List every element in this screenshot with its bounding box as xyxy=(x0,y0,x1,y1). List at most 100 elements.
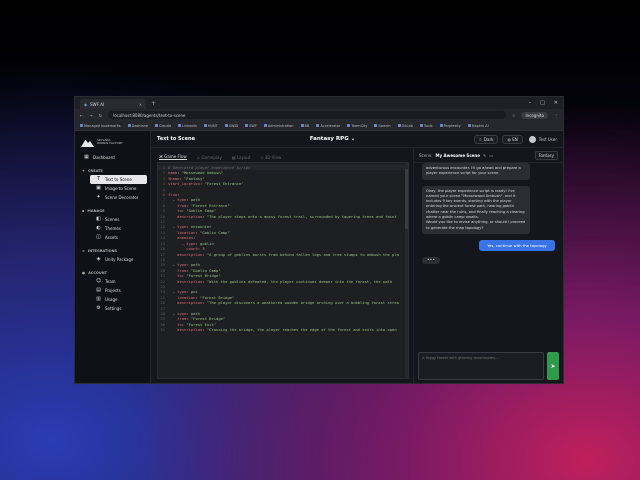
bookmark-label: LinkedIn xyxy=(182,123,197,128)
close-window-icon[interactable]: ✕ xyxy=(554,100,558,106)
bookmark-icon xyxy=(467,124,471,127)
folder-open-icon[interactable]: ▭ xyxy=(489,153,493,158)
image-icon: ▣ xyxy=(96,185,101,191)
bookmark-label: Tools xyxy=(423,123,433,128)
bookmark-label: Dashlane xyxy=(131,123,148,128)
bookmark-item[interactable]: SWID xyxy=(224,124,238,128)
code-editor[interactable]: 1 # Generated player experience script 2 na… xyxy=(157,162,409,379)
sidebar-item-dashboard[interactable]: ▦ Dashboard xyxy=(78,153,147,162)
sidebar-item-label: Team xyxy=(105,279,116,284)
sidebar-item-unity-package[interactable]: ◈ Unity Package xyxy=(90,255,147,264)
sidebar-item-themes[interactable]: ◐ Themes xyxy=(90,224,147,233)
star-icon[interactable]: ☆ xyxy=(512,113,516,118)
minimize-icon[interactable]: – xyxy=(529,100,532,106)
sidebar-item-scenes[interactable]: ◧ Scenes xyxy=(90,215,147,224)
send-button[interactable]: ➤ xyxy=(547,352,559,380)
maximize-icon[interactable]: □ xyxy=(540,100,545,106)
send-icon: ➤ xyxy=(550,362,556,370)
bookmark-item[interactable]: GitLab xyxy=(397,124,413,128)
sidebar-item-scene-decorator[interactable]: ✦ Scene Decorator xyxy=(90,193,147,202)
sidebar-item-usage[interactable]: ▥ Usage xyxy=(90,295,147,304)
sidebar-item-assets[interactable]: ◫ Assets xyxy=(90,233,147,242)
tab-3d-view[interactable]: ◇ 3D View xyxy=(261,155,282,160)
bookmark-icon xyxy=(178,124,182,127)
section-create[interactable]: + CREATE xyxy=(78,166,147,175)
bookmark-item[interactable]: Claude xyxy=(155,124,171,128)
main-area: Text to Scene Fantasy RPG ⌄ ☾ Dark ◍ EN … xyxy=(151,131,563,383)
bookmark-item[interactable]: Perplexity xyxy=(439,123,461,128)
bookmark-item[interactable]: LinkedIn xyxy=(178,124,197,128)
moon-icon: ☾ xyxy=(479,136,483,142)
address-bar-row: ← → ↻ localhost:8080/agents/text-to-scen… xyxy=(75,109,563,121)
bookmark-icon xyxy=(419,124,423,127)
bookmark-icon xyxy=(316,124,320,127)
section-label: CREATE xyxy=(87,168,103,173)
tab-gameplay[interactable]: ⚔ Gameplay xyxy=(197,155,222,160)
menu-icon[interactable]: ⋮ xyxy=(554,113,558,118)
section-integrations[interactable]: ∞ INTEGRATIONS xyxy=(78,246,147,255)
sidebar-item-projects[interactable]: ▤ Projects xyxy=(90,286,147,295)
language-selector[interactable]: ◍ EN xyxy=(502,134,523,144)
bookmark-label: Napkin AI xyxy=(471,123,489,128)
forward-icon[interactable]: → xyxy=(89,113,92,118)
language-label: EN xyxy=(512,136,518,142)
editor-scrollbar[interactable] xyxy=(405,163,408,378)
bookmark-item[interactable]: Administration xyxy=(263,124,294,128)
bookmark-item[interactable]: BB xyxy=(300,124,309,128)
chat-input[interactable]: A foggy forest with glowing mushrooms... xyxy=(418,352,544,380)
bookmark-item[interactable]: Napkin AI xyxy=(467,123,489,128)
sidebar-item-image-to-scene[interactable]: ▣ Image to Scene xyxy=(90,184,147,193)
assistant-message: Okay, the player experience script is re… xyxy=(422,185,530,234)
bookmark-item[interactable]: Tools xyxy=(419,123,433,128)
theme-badge[interactable]: Fantasy xyxy=(534,150,558,160)
edit-icon[interactable]: ✎ xyxy=(483,153,486,158)
code-text: description: "A group of goblins bursts … xyxy=(177,251,399,257)
bookmark-item[interactable]: HUNT xyxy=(203,124,218,128)
scrollbar-thumb[interactable] xyxy=(405,169,408,229)
sidebar-item-team[interactable]: ☺ Team xyxy=(90,277,147,286)
user-name[interactable]: Test User xyxy=(539,137,557,142)
wand-icon: ✦ xyxy=(96,194,101,200)
bookmark-icon xyxy=(263,124,267,127)
bookmark-icon xyxy=(203,124,207,127)
code-line: 10 description: "The player steps onto a… xyxy=(158,214,408,219)
sidebar-item-label: Usage xyxy=(105,297,118,302)
bookmark-item[interactable]: TeamCity xyxy=(347,124,367,128)
bookmark-icon xyxy=(397,124,401,127)
section-manage[interactable]: ▪ MANAGE xyxy=(78,206,147,215)
bookmark-item[interactable]: Managed bookmarks xyxy=(80,124,121,128)
close-tab-icon[interactable]: ✕ xyxy=(139,102,142,107)
code-line: 31 description: "Crossing the bridge, th… xyxy=(158,327,408,332)
chat-header: Scene: My Awesome Scene ✎ ▭ Fantasy xyxy=(414,148,563,163)
top-bar: Text to Scene Fantasy RPG ⌄ ☾ Dark ◍ EN … xyxy=(151,131,563,148)
back-icon[interactable]: ← xyxy=(80,113,83,118)
bookmark-item[interactable]: Accelerator xyxy=(316,124,340,128)
tab-game-flow[interactable]: ⌘ Game Flow xyxy=(159,154,187,160)
avatar[interactable] xyxy=(528,135,536,143)
bookmark-label: Perplexity xyxy=(443,123,461,128)
tab-layout[interactable]: ▦ Layout xyxy=(232,155,251,160)
tab-label: Layout xyxy=(236,154,251,160)
bookmark-item[interactable]: Dashlane xyxy=(127,123,148,128)
url-input[interactable]: localhost:8080/agents/text-to-scene xyxy=(108,111,506,119)
bookmark-icon xyxy=(245,124,249,127)
tab-favicon-icon: ◆ xyxy=(84,101,88,107)
sidebar-item-settings[interactable]: ⚙ Settings xyxy=(90,304,147,313)
gear-icon: ⚙ xyxy=(96,305,101,311)
project-selector[interactable]: Fantasy RPG ⌄ xyxy=(310,136,356,142)
editor-tabs: ⌘ Game Flow ⚔ Gameplay ▦ Layout ◇ 3D Vie… xyxy=(157,152,409,162)
chat-panel: Scene: My Awesome Scene ✎ ▭ Fantasy adve… xyxy=(413,148,563,383)
theme-toggle[interactable]: ☾ Dark xyxy=(474,134,499,144)
sidebar-item-text-to-scene[interactable]: T Text to Scene xyxy=(90,175,147,184)
browser-tab[interactable]: ◆ SWF AI ✕ xyxy=(80,99,146,109)
globe-icon: ◍ xyxy=(507,136,511,142)
tab-label: 3D View xyxy=(264,154,282,160)
reload-icon[interactable]: ↻ xyxy=(99,113,102,118)
new-tab-icon[interactable]: + xyxy=(151,100,156,107)
editor-pane: ⌘ Game Flow ⚔ Gameplay ▦ Layout ◇ 3D Vie… xyxy=(151,148,413,383)
bookmark-item[interactable]: SWF xyxy=(245,124,257,128)
plus-icon: + xyxy=(82,168,85,173)
bookmark-item[interactable]: Swarm xyxy=(374,124,391,128)
section-account[interactable]: ● ACCOUNT xyxy=(78,268,147,277)
incognito-badge[interactable]: Incognito xyxy=(521,111,548,119)
